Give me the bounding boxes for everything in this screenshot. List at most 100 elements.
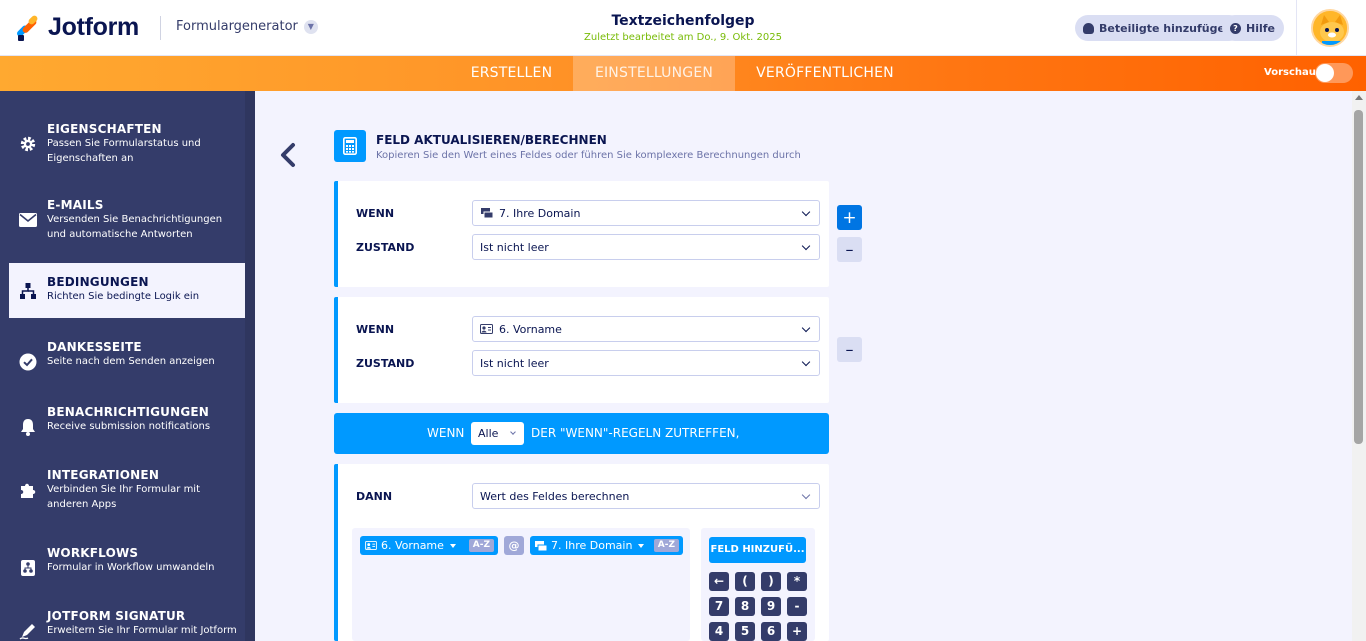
state-select[interactable]: Ist nicht leer xyxy=(472,350,820,376)
domain-field-icon xyxy=(535,540,547,551)
key-4[interactable]: 4 xyxy=(709,622,729,641)
key-6[interactable]: 6 xyxy=(761,622,781,641)
chevron-down-icon xyxy=(801,241,811,251)
sidebar-item-workflows[interactable]: WORKFLOWS Formular in Workflow umwandeln xyxy=(9,540,245,595)
sidebar-item-benachrichtigungen[interactable]: BENACHRICHTIGUNGEN Receive submission no… xyxy=(9,399,245,454)
state-label: ZUSTAND xyxy=(356,241,415,254)
chip-label: 6. Vorname xyxy=(381,539,444,552)
sidebar-item-title: EIGENSCHAFTEN xyxy=(47,122,162,136)
sidebar-item-title: DANKESSEITE xyxy=(47,340,142,354)
help-button[interactable]: ? Hilfe xyxy=(1222,15,1284,41)
formula-field-chip[interactable]: 7. Ihre Domain A-Z xyxy=(530,536,683,555)
key-5[interactable]: 5 xyxy=(735,622,755,641)
avatar-area xyxy=(1296,0,1366,56)
add-participants-label: Beteiligte hinzufügen xyxy=(1099,21,1233,35)
form-generator-menu[interactable]: Formulargenerator ▼ xyxy=(176,19,318,34)
settings-sidebar: EIGENSCHAFTEN Passen Sie Formularstatus … xyxy=(0,91,255,641)
then-action-select[interactable]: Wert des Feldes berechnen xyxy=(472,483,820,509)
header-divider xyxy=(160,16,161,40)
name-field-icon xyxy=(480,324,493,335)
sidebar-item-integrationen[interactable]: INTEGRATIONEN Verbinden Sie Ihr Formular… xyxy=(9,462,245,517)
sidebar-item-title: E-MAILS xyxy=(47,198,104,212)
key-plus[interactable]: + xyxy=(787,622,807,641)
top-bar: Jotform Formulargenerator ▼ Textzeichenf… xyxy=(0,0,1366,56)
state-value: Ist nicht leer xyxy=(480,356,549,370)
if-label: WENN xyxy=(356,207,395,220)
if-field-value: 7. Ihre Domain xyxy=(499,206,581,220)
tab-einstellungen[interactable]: EINSTELLUNGEN xyxy=(573,56,735,91)
if-field-select[interactable]: 6. Vorname xyxy=(472,316,820,342)
sidebar-item-eigenschaften[interactable]: EIGENSCHAFTEN Passen Sie Formularstatus … xyxy=(9,116,245,171)
key-multiply[interactable]: * xyxy=(787,572,807,591)
question-icon: ? xyxy=(1230,22,1241,34)
sidebar-item-desc: Formular in Workflow umwandeln xyxy=(47,562,215,573)
sidebar-item-desc: Seite nach dem Senden anzeigen xyxy=(47,356,215,367)
name-field-icon xyxy=(365,541,377,550)
chevron-down-icon xyxy=(801,357,811,367)
sidebar-item-desc: Erweitern Sie Ihr Formular mit Jotform xyxy=(47,625,237,636)
back-arrow-icon[interactable] xyxy=(277,142,299,168)
avatar[interactable] xyxy=(1311,9,1349,47)
sidebar-item-desc: Receive submission notifications xyxy=(47,421,211,432)
key-close-paren[interactable]: ) xyxy=(761,572,781,591)
gear-icon xyxy=(19,135,37,153)
state-label: ZUSTAND xyxy=(356,357,415,370)
key-open-paren[interactable]: ( xyxy=(735,572,755,591)
help-label: Hilfe xyxy=(1246,21,1275,35)
builder-nav-bar: ERSTELLEN EINSTELLUNGEN VERÖFFENTLICHEN … xyxy=(0,56,1366,91)
then-label: DANN xyxy=(356,490,393,503)
remove-rule-button[interactable]: – xyxy=(837,237,862,262)
caret-down-icon xyxy=(449,543,456,548)
key-8[interactable]: 8 xyxy=(735,597,755,616)
remove-rule-button[interactable]: – xyxy=(837,337,862,362)
sidebar-item-emails[interactable]: E-MAILS Versenden Sie Benachrichtigungen… xyxy=(9,192,245,247)
workflow-icon xyxy=(19,559,37,577)
formula-field-chip[interactable]: 6. Vorname A-Z xyxy=(360,536,498,555)
form-generator-label: Formulargenerator xyxy=(176,19,298,34)
sidebar-item-title: INTEGRATIONEN xyxy=(47,468,160,482)
match-quantifier-value: Alle xyxy=(478,427,499,440)
sidebar-item-title: BENACHRICHTIGUNGEN xyxy=(47,405,210,419)
key-backspace[interactable]: ← xyxy=(709,572,729,591)
add-rule-button[interactable]: + xyxy=(837,205,862,230)
sidebar-item-desc: Versenden Sie Benachrichtigungen und aut… xyxy=(47,214,223,240)
if-field-select[interactable]: 7. Ihre Domain xyxy=(472,200,820,226)
sidebar-item-jotform-signatur[interactable]: JOTFORM SIGNATUR Erweitern Sie Ihr Formu… xyxy=(9,603,245,641)
sidebar-item-title: WORKFLOWS xyxy=(47,546,139,560)
chevron-down-icon xyxy=(801,207,811,217)
key-minus[interactable]: - xyxy=(787,597,807,616)
calculator-icon xyxy=(334,130,366,162)
jotform-logo[interactable]: Jotform xyxy=(15,13,139,42)
form-title-block: Textzeichenfolgep Zuletzt bearbeitet am … xyxy=(533,13,833,43)
sitemap-icon xyxy=(19,282,37,300)
key-7[interactable]: 7 xyxy=(709,597,729,616)
chevron-down-icon: ▼ xyxy=(303,19,318,34)
caret-down-icon xyxy=(638,543,645,548)
tab-erstellen[interactable]: ERSTELLEN xyxy=(450,56,573,91)
scroll-up-arrow-icon[interactable] xyxy=(1355,95,1363,100)
logo-text: Jotform xyxy=(48,13,139,41)
then-action-value: Wert des Feldes berechnen xyxy=(480,489,630,503)
jotform-logo-icon xyxy=(15,13,40,41)
domain-field-icon xyxy=(480,208,493,219)
state-select[interactable]: Ist nicht leer xyxy=(472,234,820,260)
add-participants-button[interactable]: Beteiligte hinzufügen xyxy=(1075,15,1242,41)
formula-operator-chip[interactable]: @ xyxy=(504,536,524,555)
tab-veroeffentlichen[interactable]: VERÖFFENTLICHEN xyxy=(735,56,915,91)
sidebar-item-bedingungen[interactable]: BEDINGUNGEN Richten Sie bedingte Logik e… xyxy=(9,263,245,318)
preview-toggle[interactable] xyxy=(1315,63,1353,83)
scrollbar-thumb[interactable] xyxy=(1354,110,1363,444)
key-9[interactable]: 9 xyxy=(761,597,781,616)
add-field-button[interactable]: FELD HINZUFÜ... xyxy=(709,537,806,563)
bell-icon xyxy=(19,418,37,436)
sidebar-item-title: JOTFORM SIGNATUR xyxy=(47,609,186,623)
match-suffix-label: DER "WENN"-REGELN ZUTREFFEN, xyxy=(531,426,740,440)
match-quantifier-select[interactable]: Alle xyxy=(471,422,524,445)
if-label: WENN xyxy=(356,323,395,336)
sidebar-item-dankesseite[interactable]: DANKESSEITE Seite nach dem Senden anzeig… xyxy=(9,334,245,389)
user-icon xyxy=(1083,22,1094,34)
condition-subtitle: Kopieren Sie den Wert eines Feldes oder … xyxy=(376,150,801,161)
text-type-badge: A-Z xyxy=(653,539,679,552)
form-title[interactable]: Textzeichenfolgep xyxy=(533,13,833,29)
chevron-down-icon xyxy=(510,429,516,435)
